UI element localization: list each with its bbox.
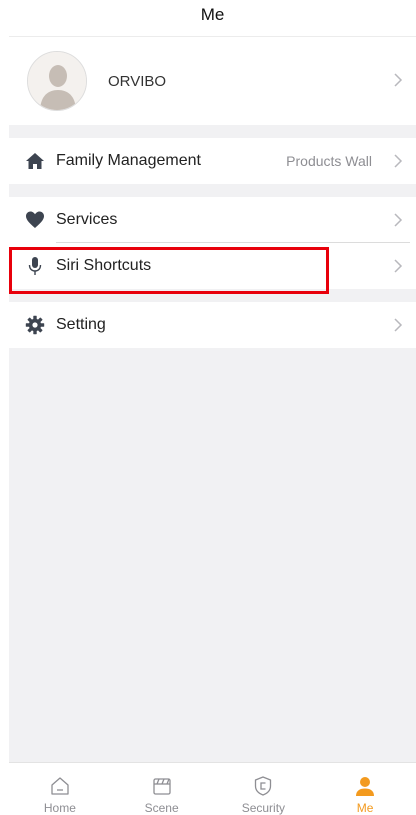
chevron-right-icon xyxy=(394,154,403,168)
bottom-tab-bar: Home Scene Security Me xyxy=(9,762,416,815)
profile-row[interactable]: ORVIBO xyxy=(9,36,416,125)
chevron-right-icon xyxy=(394,259,403,273)
family-management-value: Products Wall xyxy=(286,153,372,169)
tab-security-label: Security xyxy=(241,801,286,815)
tab-scene-label: Scene xyxy=(144,801,179,815)
menu-item-siri-shortcuts[interactable]: Siri Shortcuts xyxy=(9,243,416,289)
heart-icon xyxy=(26,211,44,228)
siri-shortcuts-label: Siri Shortcuts xyxy=(56,257,152,274)
menu-item-services[interactable]: Services xyxy=(9,197,416,243)
person-icon xyxy=(356,777,375,796)
menu-item-family-management[interactable]: Family Management Products Wall xyxy=(9,138,416,184)
chevron-right-icon xyxy=(394,213,403,227)
tab-home-label: Home xyxy=(43,801,76,815)
tab-home[interactable]: Home xyxy=(9,763,111,815)
tab-security[interactable]: Security xyxy=(213,763,315,815)
home-filled-icon xyxy=(26,153,44,169)
tab-me[interactable]: Me xyxy=(314,763,416,815)
home-icon xyxy=(51,777,69,795)
microphone-icon xyxy=(28,257,42,275)
tab-scene[interactable]: Scene xyxy=(111,763,213,815)
tab-me-label: Me xyxy=(356,801,374,815)
scene-icon xyxy=(152,778,171,795)
page-title: Me xyxy=(200,5,225,24)
chevron-right-icon xyxy=(394,73,403,87)
avatar xyxy=(27,51,87,111)
security-icon xyxy=(255,776,272,796)
gear-icon xyxy=(25,315,45,335)
family-management-label: Family Management xyxy=(56,152,201,169)
chevron-right-icon xyxy=(394,318,403,332)
me-screen: Me ORVIBO Family Management Products Wal… xyxy=(9,0,416,815)
avatar-placeholder-icon xyxy=(28,52,86,110)
setting-label: Setting xyxy=(56,316,106,333)
menu-item-setting[interactable]: Setting xyxy=(9,302,416,348)
services-label: Services xyxy=(56,211,118,228)
profile-name: ORVIBO xyxy=(108,73,167,90)
nav-header: Me xyxy=(9,0,416,36)
